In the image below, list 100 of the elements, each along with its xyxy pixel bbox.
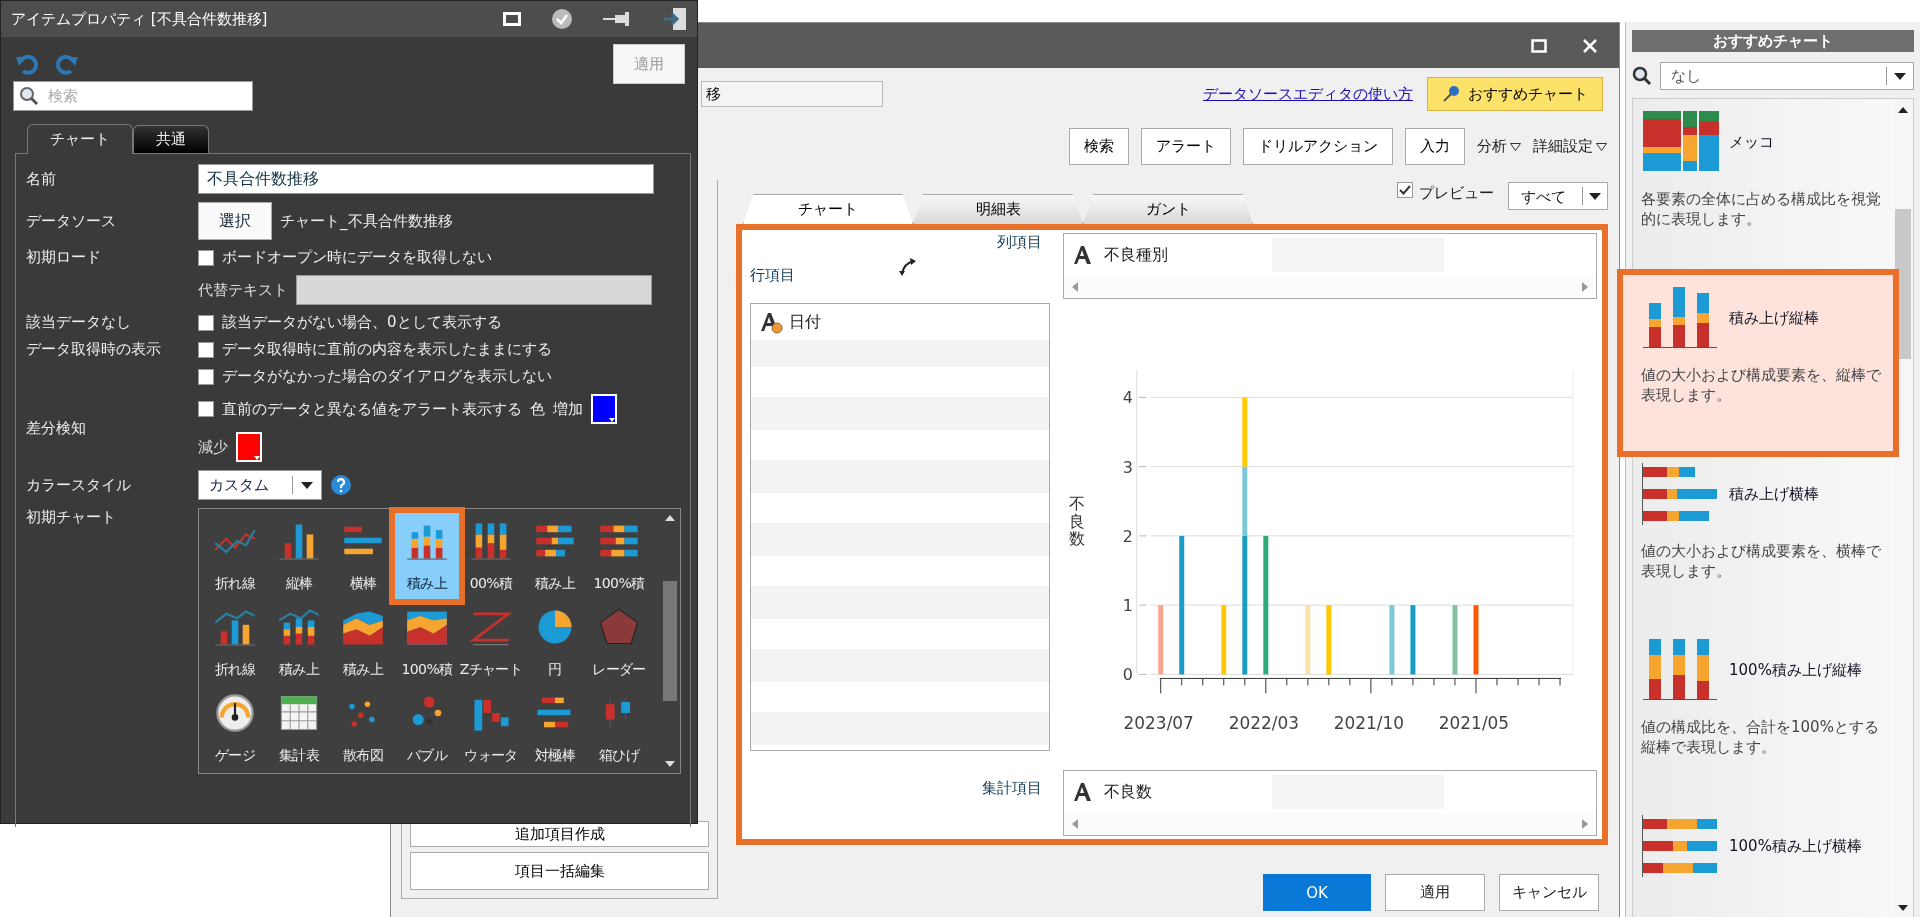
field-label: 差分検知: [26, 418, 87, 438]
redo-icon[interactable]: [55, 53, 79, 75]
checkbox[interactable]: [198, 249, 214, 266]
menu-button[interactable]: 分析: [1477, 137, 1521, 156]
color-swatch[interactable]: [591, 394, 617, 424]
chart-filter-dropdown[interactable]: なし: [1660, 62, 1914, 90]
chart-type-option[interactable]: 積み上: [331, 599, 395, 685]
dialog-button[interactable]: キャンセル: [1499, 874, 1599, 911]
checkbox[interactable]: [198, 314, 214, 331]
column-field[interactable]: 不良種別: [1104, 244, 1264, 266]
chart-type-option[interactable]: Zチャート: [459, 599, 523, 685]
side-button[interactable]: 項目一括編集: [410, 852, 709, 890]
chart-type-option[interactable]: ウォータ: [459, 685, 523, 771]
chart-type-option[interactable]: 箱ひげ: [587, 685, 651, 771]
chart-description: 各要素の全体に占める構成比を視覚的に表現します。: [1641, 189, 1882, 230]
tab[interactable]: ガント: [1083, 194, 1253, 224]
tab[interactable]: 共通: [133, 125, 209, 153]
date-field-icon: [759, 310, 783, 334]
field-label: 代替テキスト: [198, 280, 288, 300]
chart-type-option[interactable]: 積み上: [267, 599, 331, 685]
axis-label: 2022/03: [1228, 713, 1299, 734]
scroll-down-icon[interactable]: [665, 761, 675, 767]
maximize-icon[interactable]: [503, 11, 521, 27]
chart-bar: [1326, 605, 1332, 675]
checkbox[interactable]: [198, 368, 214, 385]
checkbox-label: データがなかった場合のダイアログを表示しない: [222, 367, 552, 386]
stacked-bar-chart-icon: [469, 521, 513, 561]
search-field[interactable]: 検索: [13, 81, 253, 111]
tab[interactable]: チャート: [743, 194, 913, 224]
dialog-button[interactable]: 適用: [1385, 874, 1485, 911]
caret-icon: [1596, 142, 1607, 151]
chart-type-option[interactable]: 散布図: [331, 685, 395, 771]
checkbox[interactable]: [1397, 182, 1413, 198]
select-button[interactable]: 選択: [198, 202, 272, 240]
toolbar-button[interactable]: 入力: [1405, 128, 1465, 165]
chart-bar: [1473, 605, 1479, 675]
field-label: データ取得時の表示: [26, 340, 162, 359]
tab[interactable]: 明細表: [913, 194, 1083, 224]
window-title: アイテムプロパティ [不具合件数推移]: [11, 9, 269, 29]
scroll-right-icon[interactable]: [1582, 282, 1588, 292]
axis-label: 3: [1122, 457, 1133, 477]
row-field[interactable]: 日付: [789, 311, 821, 333]
chart-type-option[interactable]: ゲージ: [203, 685, 267, 771]
toolbar-button[interactable]: ドリルアクション: [1243, 128, 1393, 165]
chart-type-option[interactable]: 100%積: [395, 599, 459, 685]
scroll-left-icon[interactable]: [1072, 819, 1078, 829]
maximize-icon[interactable]: [1531, 38, 1547, 53]
chart-type-option[interactable]: バブル: [395, 685, 459, 771]
section-label: 列項目: [997, 233, 1042, 252]
chart-type-option[interactable]: 円: [523, 599, 587, 685]
chart-type-option[interactable]: 対極棒: [523, 685, 587, 771]
scrollbar-thumb[interactable]: [1895, 209, 1911, 359]
chart-name: 100%積み上げ横棒: [1729, 836, 1862, 856]
recommend-chart-button[interactable]: おすすめチャート: [1427, 77, 1603, 111]
chart-type-option[interactable]: 100%積: [587, 513, 651, 599]
gauge-icon: [213, 693, 257, 733]
value-field[interactable]: 不良数: [1104, 781, 1264, 803]
chart-type-option[interactable]: 横棒: [331, 513, 395, 599]
help-link[interactable]: データソースエディタの使い方: [1203, 84, 1413, 104]
dialog-button[interactable]: OK: [1263, 874, 1371, 911]
chart-type-option[interactable]: 折れ線: [203, 599, 267, 685]
data-source-name: チャート_不具合件数推移: [280, 211, 453, 231]
checkbox[interactable]: [198, 401, 214, 417]
name-field[interactable]: 不具合件数推移: [198, 164, 654, 194]
checkbox[interactable]: [198, 341, 214, 358]
toolbar-button[interactable]: 検索: [1069, 128, 1129, 165]
chart-type-option[interactable]: 集計表: [267, 685, 331, 771]
chart-name: 積み上げ横棒: [1729, 484, 1819, 504]
scroll-left-icon[interactable]: [1072, 282, 1078, 292]
increase-label: 増加: [553, 399, 583, 419]
section-label: 行項目: [750, 266, 795, 285]
chart-bar: [1305, 605, 1311, 675]
chart-description: 値の大小および構成要素を、縦棒で表現します。: [1641, 365, 1882, 406]
swap-icon[interactable]: [898, 257, 918, 277]
undo-icon[interactable]: [15, 53, 39, 75]
close-icon[interactable]: [1583, 38, 1597, 53]
radar-chart-icon: [597, 607, 641, 647]
axis-title: 不良数: [1069, 495, 1085, 548]
toolbar-button[interactable]: アラート: [1141, 128, 1231, 165]
chart-name: メッコ: [1729, 132, 1774, 152]
scrollbar-thumb[interactable]: [663, 581, 677, 701]
exit-icon[interactable]: [663, 7, 687, 31]
color-swatch[interactable]: [236, 432, 262, 462]
chart-type-option[interactable]: レーダー: [587, 599, 651, 685]
help-icon[interactable]: [330, 474, 352, 496]
chart-type-option[interactable]: 折れ線: [203, 513, 267, 599]
scroll-right-icon[interactable]: [1582, 819, 1588, 829]
chart-type-option[interactable]: 00%積: [459, 513, 523, 599]
name-field[interactable]: 移: [701, 81, 883, 107]
menu-button[interactable]: 詳細設定: [1533, 137, 1607, 156]
filter-dropdown[interactable]: すべて: [1508, 182, 1608, 210]
chart-type-option[interactable]: 積み上: [523, 513, 587, 599]
scroll-up-icon[interactable]: [1898, 107, 1908, 113]
scroll-up-icon[interactable]: [665, 515, 675, 521]
tab[interactable]: チャート: [27, 124, 133, 154]
color-style-dropdown[interactable]: カスタム: [198, 470, 322, 500]
chart-type-option[interactable]: 縦棒: [267, 513, 331, 599]
check-icon[interactable]: [551, 8, 573, 30]
scroll-down-icon[interactable]: [1898, 905, 1908, 911]
field-label: 初期ロード: [26, 248, 102, 267]
